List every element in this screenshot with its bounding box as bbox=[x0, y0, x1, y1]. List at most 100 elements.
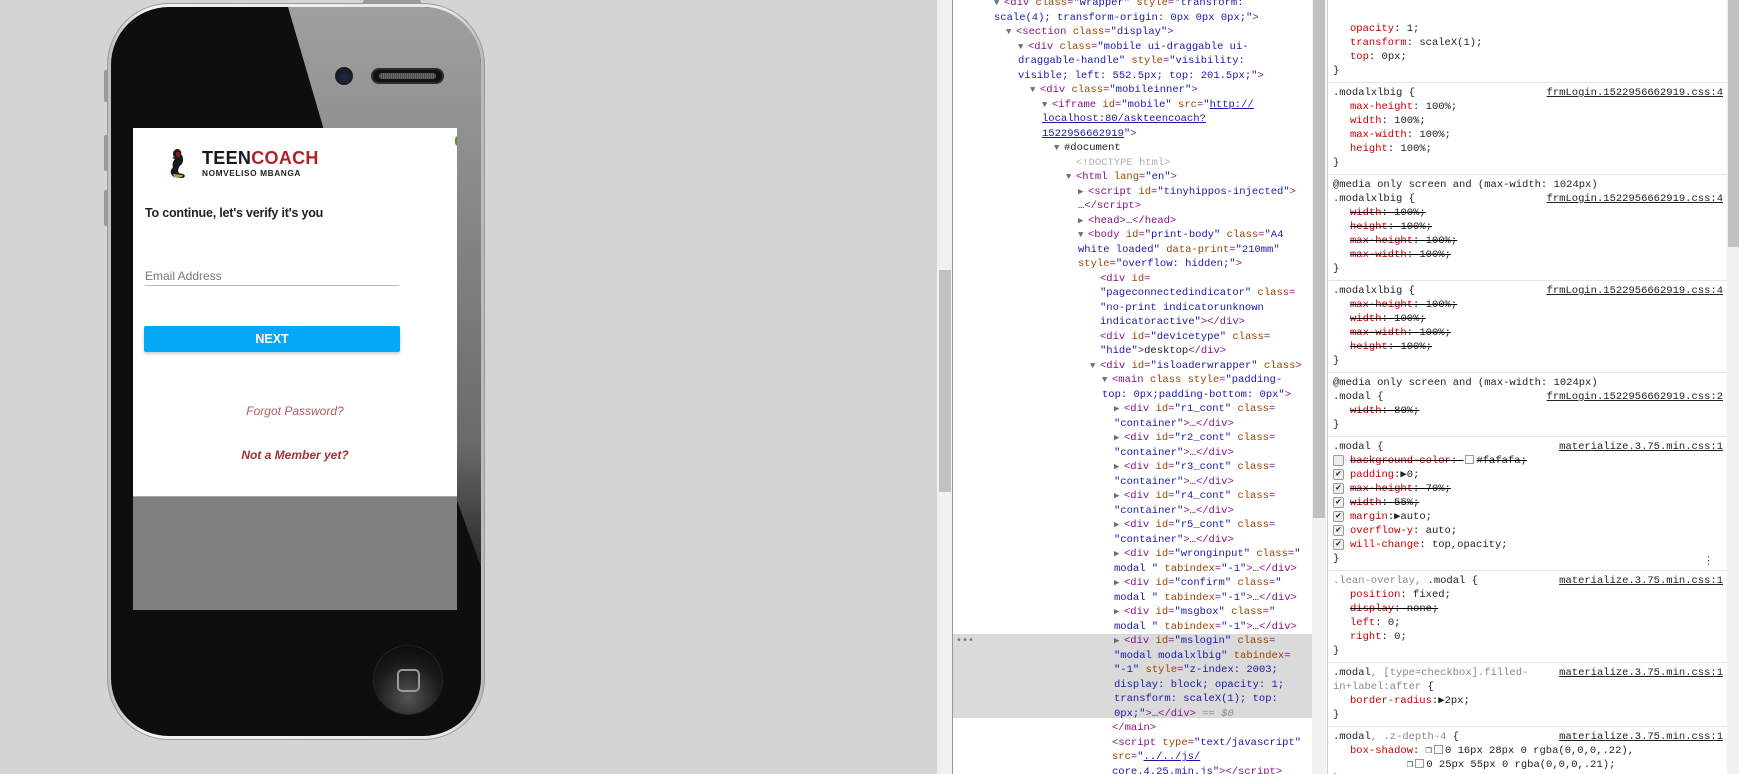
signup-link[interactable]: Not a Member yet? bbox=[156, 448, 434, 462]
node-actions-ellipsis[interactable]: ••• bbox=[956, 636, 974, 647]
property-decl[interactable]: max-height: 70%; bbox=[1350, 483, 1451, 495]
property-decl[interactable]: max-width: 100%; bbox=[1350, 327, 1451, 339]
property-decl[interactable]: border-radius:▶2px; bbox=[1350, 695, 1470, 707]
dom-node-line[interactable]: display: block; opacity: 1; bbox=[1114, 678, 1284, 693]
page-scrollbar-thumb[interactable] bbox=[939, 270, 951, 492]
forgot-password-link[interactable]: Forgot Password? bbox=[156, 404, 434, 418]
dom-node-line-selected[interactable]: ▶ <div id="mslogin" class= bbox=[1114, 634, 1275, 649]
dom-node-line[interactable]: draggable-handle" style="visibility: bbox=[1018, 54, 1245, 69]
property-decl[interactable]: max-height: 100%; bbox=[1350, 101, 1457, 113]
property-decl[interactable]: max-height: 100%; bbox=[1350, 299, 1457, 311]
expand-down-icon[interactable]: ▼ bbox=[1078, 228, 1088, 243]
expand-down-icon[interactable]: ▼ bbox=[1006, 25, 1016, 40]
dom-node-line[interactable]: ▼ <body id="print-body" class="A4 bbox=[1078, 228, 1283, 243]
dom-node-line[interactable]: ▶ <div id="r5_cont" class= bbox=[1114, 518, 1275, 533]
expand-right-icon[interactable]: ▶ bbox=[1114, 431, 1124, 446]
dom-node-line[interactable]: ▼ <section class="display"> bbox=[1006, 25, 1174, 40]
dom-node-line[interactable]: 0px;">…</div> == $0 bbox=[1114, 707, 1234, 722]
property-decl[interactable]: background-color: #fafafa; bbox=[1350, 455, 1527, 467]
color-swatch[interactable] bbox=[1433, 745, 1443, 754]
dom-node-line[interactable]: visible; left: 552.5px; top: 201.5px;"> bbox=[1018, 69, 1264, 84]
property-decl[interactable]: will-change: top,opacity; bbox=[1350, 539, 1508, 551]
dom-node-line[interactable]: core.4.25.min.js"></script> bbox=[1112, 765, 1282, 774]
dom-node-line[interactable]: ▼ <html lang="en"> bbox=[1066, 170, 1177, 185]
dom-node-line[interactable]: …</script> bbox=[1078, 199, 1141, 214]
property-decl[interactable]: width: 100%; bbox=[1350, 207, 1426, 219]
shadow-editor-icon[interactable]: ❐ bbox=[1407, 759, 1413, 771]
expand-down-icon[interactable]: ▼ bbox=[1030, 83, 1040, 98]
dom-node-line[interactable]: ▼ <main class style="padding- bbox=[1102, 373, 1282, 388]
expand-down-icon[interactable]: ▼ bbox=[1018, 40, 1028, 55]
dom-node-line[interactable]: indicatoractive"></div> bbox=[1100, 315, 1245, 330]
property-decl[interactable]: margin:▶auto; bbox=[1350, 511, 1432, 523]
property-decl[interactable]: height: 100%; bbox=[1350, 143, 1432, 155]
expand-right-icon[interactable]: ▶ bbox=[1078, 185, 1088, 200]
dom-node-line[interactable]: ▶ <div id="confirm" class=" bbox=[1114, 576, 1282, 591]
source-link[interactable]: ../../js/ bbox=[1144, 751, 1201, 763]
property-decl[interactable]: width: 100%; bbox=[1350, 115, 1426, 127]
property-decl[interactable]: top: 0px; bbox=[1350, 51, 1407, 63]
dom-node-line[interactable]: "hide">desktop</div> bbox=[1100, 344, 1226, 359]
property-decl[interactable]: padding:▶0; bbox=[1350, 469, 1419, 481]
dom-node-line[interactable]: ▶ <div id="wronginput" class=" bbox=[1114, 547, 1301, 562]
expand-right-icon[interactable]: ▶ bbox=[1078, 214, 1088, 229]
expand-right-icon[interactable]: ▶ bbox=[1114, 576, 1124, 591]
source-link[interactable]: localhost:80/askteencoach? bbox=[1042, 113, 1206, 125]
source-link[interactable]: core.4.25.min.js bbox=[1112, 766, 1213, 774]
dom-node-line[interactable]: ▶ <head>…</head> bbox=[1078, 214, 1176, 229]
property-decl[interactable]: display: none; bbox=[1350, 603, 1438, 615]
dom-node-line[interactable]: <script type="text/javascript" bbox=[1112, 736, 1301, 751]
property-decl[interactable]: box-shadow: ❐ 0 16px 28px 0 rgba(0,0,0,.2… bbox=[1350, 745, 1634, 757]
dom-node-line[interactable]: ▶ <div id="msgbox" class=" bbox=[1114, 605, 1275, 620]
dom-node-line[interactable]: "no-print indicatorunknown bbox=[1100, 301, 1264, 316]
elements-scrollbar-thumb[interactable] bbox=[1313, 0, 1325, 518]
dom-node-line[interactable]: ▶ <div id="r2_cont" class= bbox=[1114, 431, 1275, 446]
expand-down-icon[interactable]: ▼ bbox=[1090, 359, 1100, 374]
checkbox-checked[interactable]: ✔ bbox=[1333, 539, 1344, 550]
property-decl[interactable]: overflow-y: auto; bbox=[1350, 525, 1457, 537]
dom-node-line[interactable]: "container">…</div> bbox=[1114, 446, 1234, 461]
dom-node-line[interactable]: ▶ <div id="r1_cont" class= bbox=[1114, 402, 1275, 417]
property-decl[interactable]: right: 0; bbox=[1350, 631, 1407, 643]
dom-node-line[interactable]: <div id= bbox=[1100, 272, 1150, 287]
expand-down-icon[interactable]: ▼ bbox=[1054, 141, 1064, 156]
property-decl[interactable]: width: 100%; bbox=[1350, 313, 1426, 325]
dom-node-line[interactable]: ▶ <div id="r4_cont" class= bbox=[1114, 489, 1275, 504]
expand-right-icon[interactable]: ▶ bbox=[1114, 547, 1124, 562]
checkbox-checked[interactable]: ✔ bbox=[1333, 483, 1344, 494]
expand-down-icon[interactable]: ▼ bbox=[1102, 373, 1112, 388]
dom-node-line[interactable]: ▼ <div class="mobile ui-draggable ui- bbox=[1018, 40, 1249, 55]
dom-node-line[interactable]: localhost:80/askteencoach? bbox=[1042, 112, 1206, 127]
dom-node-line[interactable]: "container">…</div> bbox=[1114, 475, 1234, 490]
checkbox-checked[interactable]: ✔ bbox=[1333, 497, 1344, 508]
more-options-icon[interactable]: ⋮ bbox=[1703, 557, 1714, 568]
email-field[interactable] bbox=[145, 266, 399, 286]
styles-scrollbar-thumb[interactable] bbox=[1728, 0, 1739, 247]
dom-node-line[interactable]: transform: scaleX(1); top: bbox=[1114, 692, 1278, 707]
source-link[interactable]: 1522956662919 bbox=[1042, 128, 1124, 140]
dom-node-line[interactable]: modal " tabindex="-1">…</div> bbox=[1114, 591, 1297, 606]
property-decl[interactable]: position: fixed; bbox=[1350, 589, 1451, 601]
dom-node-line[interactable]: white loaded" data-print="210mm" bbox=[1078, 243, 1280, 258]
home-button[interactable] bbox=[373, 645, 443, 715]
expand-right-icon[interactable]: ▶ bbox=[1114, 489, 1124, 504]
source-link[interactable]: http:// bbox=[1210, 99, 1254, 111]
dom-node-line[interactable]: modal " tabindex="-1">…</div> bbox=[1114, 562, 1297, 577]
dom-node-line[interactable]: ▼ <div id="isloaderwrapper" class> bbox=[1090, 359, 1302, 374]
property-decl[interactable]: max-height: 100%; bbox=[1350, 235, 1457, 247]
dom-node-line[interactable]: 1522956662919"> bbox=[1042, 127, 1137, 142]
property-decl[interactable]: transform: scaleX(1); bbox=[1350, 37, 1482, 49]
dom-node-line[interactable]: ▼ <iframe id="mobile" src="http:// bbox=[1042, 98, 1254, 113]
expand-right-icon[interactable]: ▶ bbox=[1114, 460, 1124, 475]
dom-node-line[interactable]: ▼ #document bbox=[1054, 141, 1121, 156]
expand-right-icon[interactable]: ▶ bbox=[1114, 605, 1124, 620]
dom-node-line[interactable]: "container">…</div> bbox=[1114, 417, 1234, 432]
property-decl[interactable]: width: 80%; bbox=[1350, 405, 1419, 417]
property-decl[interactable]: max-width: 100%; bbox=[1350, 249, 1451, 261]
dom-node-line[interactable]: </main> bbox=[1112, 721, 1156, 736]
property-decl[interactable]: max-width: 100%; bbox=[1350, 129, 1451, 141]
dom-node-line[interactable]: style="overflow: hidden;"> bbox=[1078, 257, 1242, 272]
color-swatch[interactable] bbox=[1415, 759, 1425, 768]
dom-node-line[interactable]: "container">…</div> bbox=[1114, 533, 1234, 548]
dom-node-line[interactable]: "pageconnectedindicator" class= bbox=[1100, 286, 1295, 301]
